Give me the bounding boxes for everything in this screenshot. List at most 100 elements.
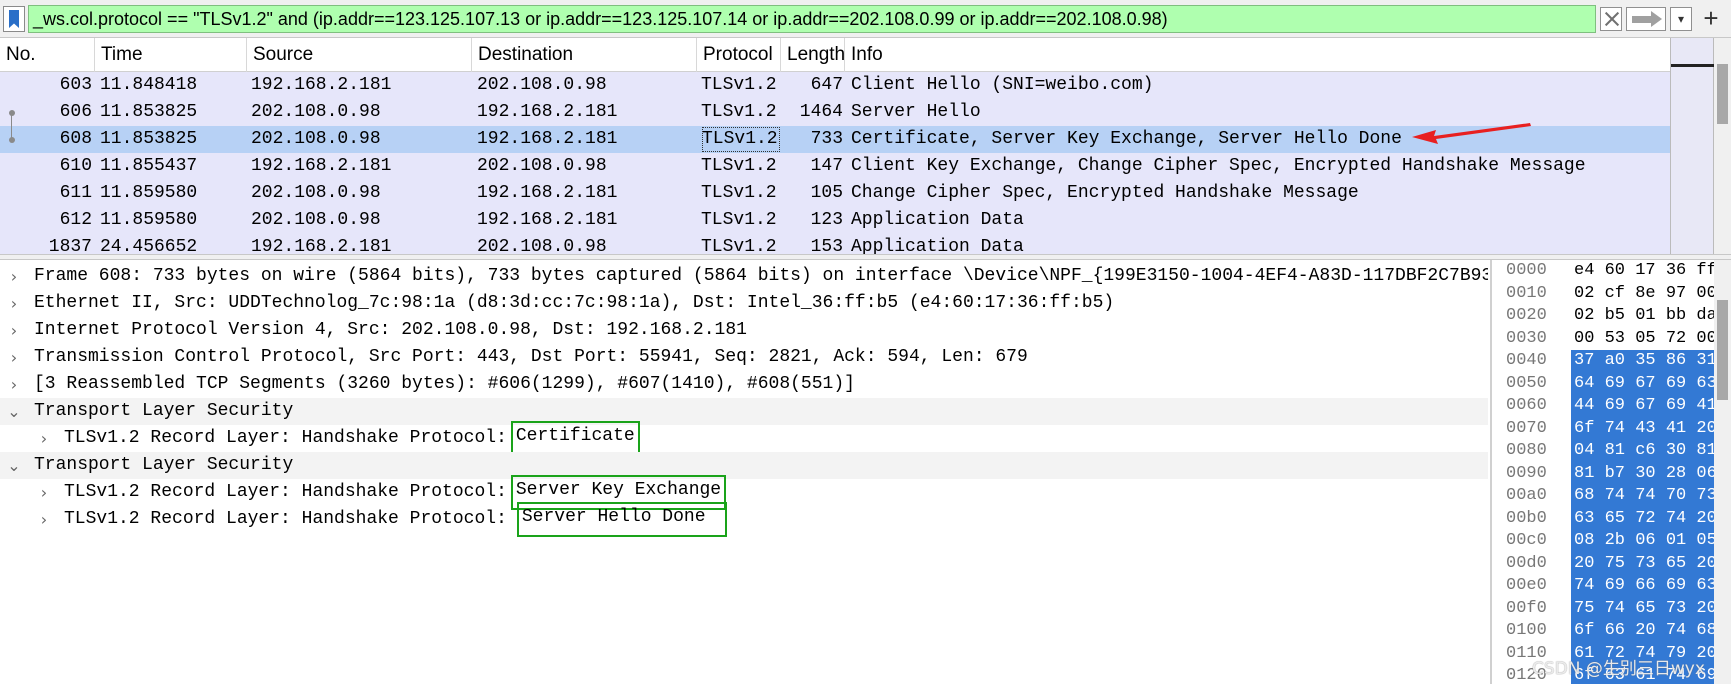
- tree-item-prefix: TLSv1.2 Record Layer: Handshake Protocol…: [64, 428, 507, 448]
- display-filter-toolbar: _ws.col.protocol == "TLSv1.2" and (ip.ad…: [0, 0, 1731, 38]
- bytes-row[interactable]: 00e0 74 69 66 69 63: [1492, 575, 1731, 598]
- packet-row[interactable]: 1837 24.456652 192.168.2.181 202.108.0.9…: [0, 234, 1670, 254]
- packet-destination: 202.108.0.98: [477, 237, 607, 254]
- tree-item-label: Transmission Control Protocol, Src Port:…: [34, 347, 1028, 367]
- packet-source: 192.168.2.181: [251, 237, 392, 254]
- packet-row[interactable]: 612 11.859580 202.108.0.98 192.168.2.181…: [0, 207, 1670, 234]
- expand-icon[interactable]: ›: [34, 506, 54, 533]
- packet-protocol: TLSv1.2: [701, 126, 781, 153]
- packet-row[interactable]: 611 11.859580 202.108.0.98 192.168.2.181…: [0, 180, 1670, 207]
- tree-item-tls-record[interactable]: › TLSv1.2 Record Layer: Handshake Protoc…: [0, 475, 1488, 510]
- bytes-row[interactable]: 00c0 08 2b 06 01 05: [1492, 530, 1731, 553]
- packet-time: 11.853825: [100, 102, 198, 122]
- tree-item-tls[interactable]: ⌄ Transport Layer Security: [0, 452, 1488, 479]
- byte-hex: 44 69 67 69 41: [1571, 395, 1731, 418]
- bytes-row[interactable]: 0000 e4 60 17 36 ff: [1492, 260, 1731, 283]
- tree-item-label: Ethernet II, Src: UDDTechnolog_7c:98:1a …: [34, 293, 1115, 313]
- tree-item-label: Frame 608: 733 bytes on wire (5864 bits)…: [34, 266, 1488, 286]
- expand-icon[interactable]: ›: [34, 479, 54, 506]
- bytes-scrollbar[interactable]: [1714, 260, 1731, 684]
- packet-source: 202.108.0.98: [251, 129, 381, 149]
- bookmark-icon: [9, 10, 19, 28]
- tree-item-ipv4[interactable]: › Internet Protocol Version 4, Src: 202.…: [0, 317, 1488, 344]
- bytes-row[interactable]: 0040 37 a0 35 86 31: [1492, 350, 1731, 373]
- packet-list: 603 11.848418 192.168.2.181 202.108.0.98…: [0, 72, 1670, 254]
- expand-icon[interactable]: ›: [4, 371, 24, 398]
- column-header-info[interactable]: Info: [845, 38, 1670, 72]
- tree-item-frame[interactable]: › Frame 608: 733 bytes on wire (5864 bit…: [0, 263, 1488, 290]
- expand-icon[interactable]: ›: [4, 290, 24, 317]
- packet-source: 192.168.2.181: [251, 156, 392, 176]
- scrollbar-thumb[interactable]: [1717, 64, 1728, 124]
- collapse-icon[interactable]: ⌄: [4, 398, 24, 425]
- packet-time: 24.456652: [100, 237, 198, 254]
- expand-icon[interactable]: ›: [4, 263, 24, 290]
- expand-icon[interactable]: ›: [4, 317, 24, 344]
- byte-hex: 6f 66 20 74 68: [1571, 620, 1731, 643]
- tree-item-ethernet[interactable]: › Ethernet II, Src: UDDTechnolog_7c:98:1…: [0, 290, 1488, 317]
- minimap-position-marker: [1671, 64, 1715, 67]
- tree-item-prefix: TLSv1.2 Record Layer: Handshake Protocol…: [64, 482, 507, 502]
- bytes-row[interactable]: 0030 00 53 05 72 00: [1492, 328, 1731, 351]
- packet-length: 647: [810, 75, 843, 95]
- bytes-row[interactable]: 00b0 63 65 72 74 20: [1492, 507, 1731, 530]
- packet-row[interactable]: 610 11.855437 192.168.2.181 202.108.0.98…: [0, 153, 1670, 180]
- packet-length: 123: [810, 210, 843, 230]
- column-header-protocol[interactable]: Protocol: [697, 38, 781, 72]
- scrollbar-thumb[interactable]: [1717, 300, 1728, 400]
- byte-offset: 00b0: [1506, 508, 1547, 528]
- column-header-time[interactable]: Time: [95, 38, 247, 72]
- packet-protocol: TLSv1.2: [701, 183, 777, 203]
- column-header-no[interactable]: No.: [0, 38, 95, 72]
- highlight-certificate: Certificate: [510, 421, 640, 456]
- bytes-row[interactable]: 0020 02 b5 01 bb da: [1492, 305, 1731, 328]
- bytes-row[interactable]: 0060 44 69 67 69 41: [1492, 395, 1731, 418]
- apply-filter-button[interactable]: [1626, 7, 1666, 31]
- byte-hex: 37 a0 35 86 31: [1571, 350, 1731, 373]
- expand-icon[interactable]: ›: [34, 425, 54, 452]
- tree-item-reassembled[interactable]: › [3 Reassembled TCP Segments (3260 byte…: [0, 371, 1488, 398]
- byte-hex: 81 b7 30 28 06: [1571, 462, 1731, 485]
- packet-info: Application Data: [851, 210, 1024, 230]
- column-header-length[interactable]: Length: [781, 38, 845, 72]
- bytes-row[interactable]: 0070 6f 74 43 41 20: [1492, 417, 1731, 440]
- packet-row[interactable]: 603 11.848418 192.168.2.181 202.108.0.98…: [0, 72, 1670, 99]
- packet-time: 11.859580: [100, 183, 198, 203]
- packet-bytes-pane: 0000 e4 60 17 36 ff 0010 02 cf 8e 97 00 00…: [1490, 260, 1731, 684]
- bytes-row[interactable]: 00a0 68 74 74 70 73: [1492, 485, 1731, 508]
- byte-hex: 02 cf 8e 97 00: [1574, 283, 1717, 303]
- bytes-row[interactable]: 0090 81 b7 30 28 06: [1492, 462, 1731, 485]
- collapse-icon[interactable]: ⌄: [4, 452, 24, 479]
- expand-icon[interactable]: ›: [4, 344, 24, 371]
- tree-item-tcp[interactable]: › Transmission Control Protocol, Src Por…: [0, 344, 1488, 371]
- bytes-row[interactable]: 0050 64 69 67 69 63: [1492, 372, 1731, 395]
- bytes-row[interactable]: 00f0 75 74 65 73 20: [1492, 597, 1731, 620]
- bytes-row[interactable]: 0100 6f 66 20 74 68: [1492, 620, 1731, 643]
- packet-no: 608: [59, 129, 92, 149]
- tree-item-tls-record[interactable]: › TLSv1.2 Record Layer: Handshake Protoc…: [0, 502, 1488, 537]
- packet-list-scrollbar[interactable]: [1714, 38, 1731, 254]
- highlight-server-hello-done: Server Hello Done: [516, 502, 727, 537]
- byte-offset: 0000: [1506, 261, 1547, 280]
- filter-bookmark-button[interactable]: [3, 6, 25, 32]
- display-filter-input[interactable]: _ws.col.protocol == "TLSv1.2" and (ip.ad…: [28, 5, 1596, 33]
- byte-offset: 0050: [1506, 373, 1547, 393]
- tree-item-prefix: TLSv1.2 Record Layer: Handshake Protocol…: [64, 509, 507, 529]
- tree-item-tls[interactable]: ⌄ Transport Layer Security: [0, 398, 1488, 425]
- bytes-row[interactable]: 0010 02 cf 8e 97 00: [1492, 283, 1731, 306]
- add-filter-button[interactable]: +: [1696, 4, 1726, 34]
- column-header-destination[interactable]: Destination: [472, 38, 697, 72]
- bytes-row[interactable]: 0080 04 81 c6 30 81: [1492, 440, 1731, 463]
- byte-offset: 00c0: [1506, 531, 1547, 550]
- filter-history-dropdown[interactable]: ▾: [1670, 7, 1692, 31]
- arrow-right-icon: [1632, 16, 1652, 23]
- packet-minimap[interactable]: [1670, 38, 1715, 254]
- byte-offset: 0020: [1506, 306, 1547, 325]
- tree-item-tls-record[interactable]: › TLSv1.2 Record Layer: Handshake Protoc…: [0, 421, 1488, 456]
- clear-filter-button[interactable]: [1600, 7, 1622, 31]
- bytes-row[interactable]: 00d0 20 75 73 65 20: [1492, 552, 1731, 575]
- tree-item-label: TLSv1.2 Record Layer: Handshake Protocol…: [64, 502, 727, 537]
- packet-protocol: TLSv1.2: [701, 237, 777, 254]
- column-header-source[interactable]: Source: [247, 38, 472, 72]
- packet-info: Client Key Exchange, Change Cipher Spec,…: [851, 156, 1586, 176]
